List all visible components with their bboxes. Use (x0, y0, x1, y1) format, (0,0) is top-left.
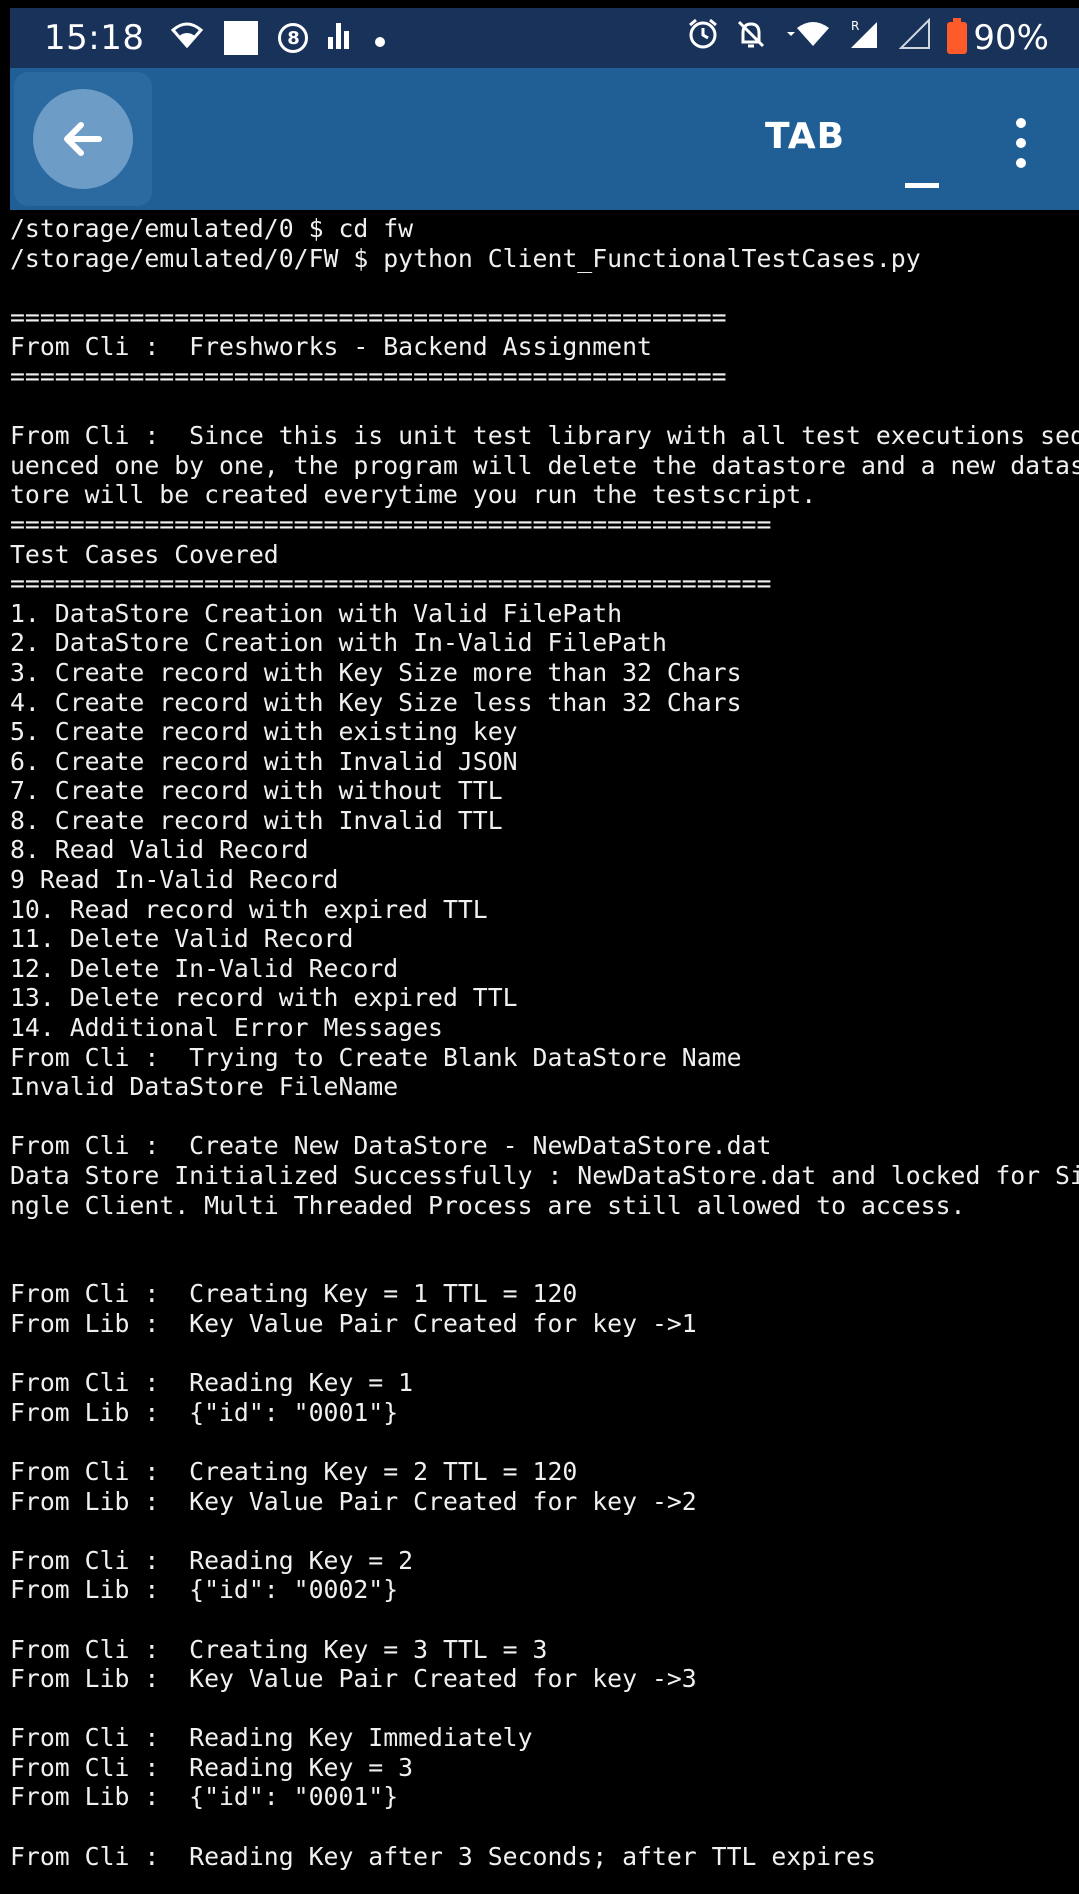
terminal-line: From Lib : Key Value Pair Created for ke… (10, 1486, 697, 1516)
terminal-line: uenced one by one, the program will dele… (10, 450, 1079, 480)
terminal-line: From Lib : Key Value Pair Created for ke… (10, 1308, 697, 1338)
terminal-line: 2. DataStore Creation with In-Valid File… (10, 628, 667, 658)
overflow-dot-icon (1016, 118, 1026, 128)
minimize-button[interactable] (898, 128, 946, 188)
terminal-output[interactable]: /storage/emulated/0 $ cd fw/storage/emul… (10, 214, 1079, 1894)
signal-bars-icon (328, 19, 354, 57)
terminal-line: 5. Create record with existing key (10, 717, 518, 747)
muted-bell-icon (735, 18, 767, 58)
terminal-line: 6. Create record with Invalid JSON (10, 746, 518, 776)
signal-empty-icon (899, 17, 931, 58)
status-time: 15:18 (44, 18, 145, 58)
minimize-icon (905, 183, 939, 188)
terminal-line: From Cli : Create New DataStore - NewDat… (10, 1131, 772, 1161)
terminal-line: ngle Client. Multi Threaded Process are … (10, 1190, 966, 1220)
signal-roaming-icon: R (847, 18, 883, 58)
terminal-line: From Cli : Creating Key = 3 TTL = 3 (10, 1634, 548, 1664)
white-square-icon (224, 21, 259, 55)
terminal-line: From Cli : Reading Key after 3 Seconds; … (10, 1841, 876, 1871)
svg-text:R: R (851, 19, 859, 33)
wifi-icon (170, 20, 204, 56)
terminal-line: ========================================… (10, 569, 772, 599)
app-bar: TAB (10, 68, 1079, 210)
status-right-icons: R 90% (687, 17, 1049, 58)
terminal-line: From Cli : Creating Key = 2 TTL = 120 (10, 1456, 578, 1486)
battery: 90% (947, 18, 1049, 58)
terminal-line: From Cli : Trying to Create Blank DataSt… (10, 1042, 742, 1072)
terminal-line: From Cli : Since this is unit test libra… (10, 421, 1079, 451)
alarm-icon (687, 18, 719, 58)
terminal-line: /storage/emulated/0 $ cd fw (10, 214, 414, 243)
terminal-line: Test Cases Covered (10, 539, 279, 569)
status-bar: 15:18 8 R 90% (10, 8, 1079, 68)
battery-icon (947, 18, 968, 54)
back-button[interactable] (14, 72, 152, 206)
terminal-line: 13. Delete record with expired TTL (10, 983, 518, 1013)
terminal-line: Data Store Initialized Successfully : Ne… (10, 1161, 1079, 1190)
terminal-line: 1. DataStore Creation with Valid FilePat… (10, 598, 623, 628)
back-arrow-icon (33, 89, 133, 189)
terminal-line: ========================================… (10, 509, 772, 539)
terminal-line: From Cli : Reading Key = 2 (10, 1545, 414, 1575)
terminal-line: 9 Read In-Valid Record (10, 865, 339, 895)
battery-percent: 90% (973, 18, 1049, 58)
terminal-line: 4. Create record with Key Size less than… (10, 687, 742, 717)
terminal-line: /storage/emulated/0/FW $ python Client_F… (10, 243, 921, 273)
screen: 15:18 8 R 90% TAB /storage/emulated/0 $ … (0, 0, 1079, 1894)
terminal-line: 12. Delete In-Valid Record (10, 953, 399, 983)
terminal-line: tore will be created everytime you run t… (10, 480, 817, 510)
terminal-line: 3. Create record with Key Size more than… (10, 657, 742, 687)
terminal-line: From Lib : {"id": "0001"} (10, 1782, 399, 1812)
terminal-line: 8. Read Valid Record (10, 835, 309, 865)
terminal-line: 14. Additional Error Messages (10, 1013, 443, 1043)
terminal-line: From Lib : {"id": "0002"} (10, 1575, 399, 1605)
terminal-line: Invalid DataStore FileName (10, 1072, 399, 1102)
terminal-line: 8. Create record with Invalid TTL (10, 805, 503, 835)
terminal-line: ========================================… (10, 302, 727, 332)
terminal-line: 7. Create record with without TTL (10, 776, 503, 806)
circled-8-icon: 8 (278, 23, 309, 53)
terminal-line: From Cli : Creating Key = 1 TTL = 120 (10, 1279, 578, 1309)
wifi-full-icon (783, 20, 831, 56)
terminal-line: ========================================… (10, 361, 727, 391)
terminal-line: From Lib : Key Value Pair Created for ke… (10, 1664, 697, 1694)
terminal-line: From Cli : Reading Key Immediately (10, 1723, 533, 1753)
tab-title[interactable]: TAB (765, 116, 845, 157)
overflow-menu-button[interactable] (1006, 118, 1036, 168)
overflow-dot-icon (1016, 138, 1026, 148)
status-left-icons: 8 (170, 19, 386, 57)
terminal-line: From Lib : {"id": "0001"} (10, 1397, 399, 1427)
terminal-line: 10. Read record with expired TTL (10, 894, 488, 924)
terminal-line: From Cli : Reading Key = 3 (10, 1752, 414, 1782)
terminal-line: From Cli : Reading Key = 1 (10, 1368, 414, 1398)
dot-icon (374, 21, 386, 56)
terminal-line: 11. Delete Valid Record (10, 924, 354, 954)
terminal-line: From Cli : Freshworks - Backend Assignme… (10, 332, 652, 362)
overflow-dot-icon (1016, 158, 1026, 168)
